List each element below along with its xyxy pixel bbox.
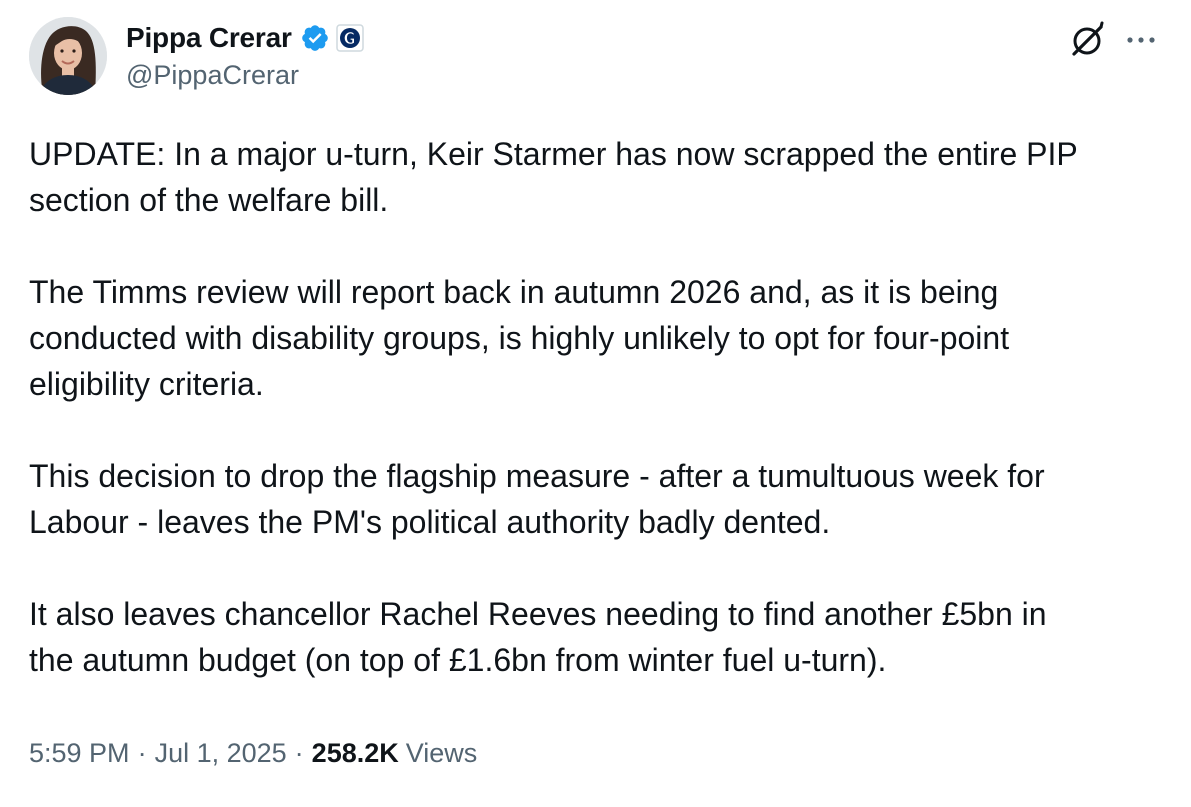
tweet-paragraph: The Timms review will report back in aut…	[29, 274, 1010, 402]
author-display-name[interactable]: Pippa Crerar	[126, 22, 292, 54]
meta-separator: ·	[137, 738, 147, 768]
avatar-photo	[29, 17, 107, 95]
tweet-paragraph: UPDATE: In a major u-turn, Keir Starmer …	[29, 136, 1078, 218]
guardian-badge-icon[interactable]	[335, 24, 364, 52]
grok-icon[interactable]	[1068, 20, 1108, 60]
tweet-paragraph: This decision to drop the flagship measu…	[29, 458, 1045, 540]
views-label[interactable]: Views	[406, 738, 478, 769]
tweet-date[interactable]: Jul 1, 2025	[155, 738, 287, 769]
more-options-icon[interactable]	[1124, 26, 1158, 54]
tweet-paragraph: It also leaves chancellor Rachel Reeves …	[29, 596, 1047, 678]
views-count[interactable]: 258.2K	[312, 738, 399, 769]
verified-badge-icon[interactable]	[300, 23, 330, 53]
tweet-card: Pippa Crerar @PippaCrerar UPDATE: In a m…	[0, 0, 1191, 807]
tweet-meta: 5:59 PM · Jul 1, 2025 · 258.2K Views	[29, 738, 477, 769]
tweet-time[interactable]: 5:59 PM	[29, 738, 130, 769]
meta-separator: ·	[294, 738, 304, 768]
author-handle[interactable]: @PippaCrerar	[126, 60, 299, 91]
author-name-row: Pippa Crerar	[126, 20, 364, 56]
tweet-text: UPDATE: In a major u-turn, Keir Starmer …	[29, 131, 1169, 683]
avatar[interactable]	[29, 17, 107, 95]
